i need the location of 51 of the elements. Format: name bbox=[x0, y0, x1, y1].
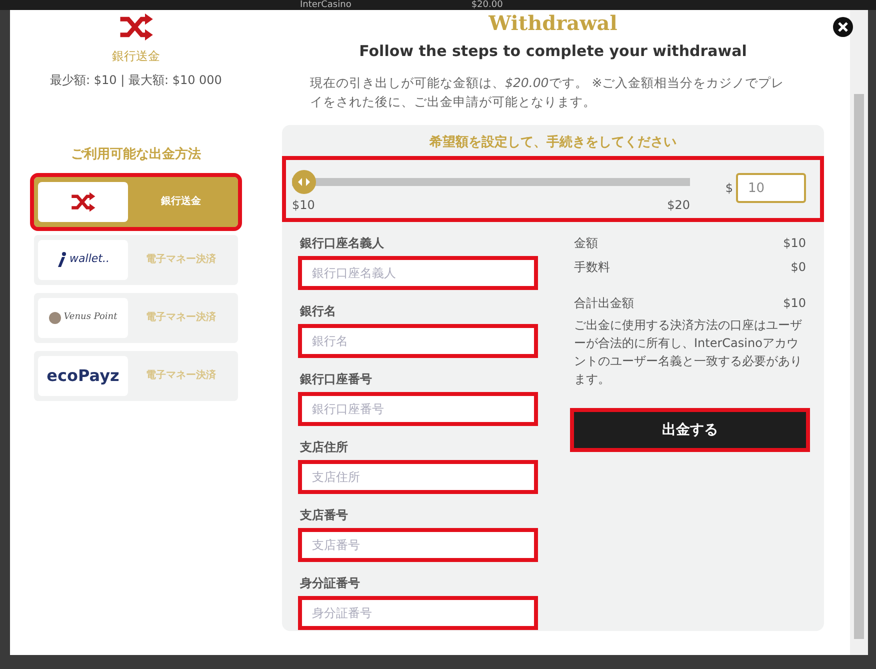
slider-thumb[interactable] bbox=[292, 170, 316, 194]
summary-label: 金額 bbox=[574, 235, 598, 252]
input-field[interactable]: 銀行口座名義人 bbox=[302, 260, 534, 286]
amount-heading: 希望額を設定して、手続きをしてください bbox=[428, 134, 678, 152]
field-label: 銀行口座名義人 bbox=[300, 235, 385, 252]
summary-value: $0 bbox=[790, 259, 806, 276]
payment-method-option[interactable]: ecoPayz 電子マネー決済 bbox=[34, 350, 238, 400]
field-label: 銀行名 bbox=[300, 303, 337, 320]
shuffle-icon bbox=[70, 192, 96, 212]
i-letter-icon bbox=[56, 252, 67, 268]
input-field[interactable]: 銀行口座番号 bbox=[302, 396, 534, 422]
method-label: 電子マネー決済 bbox=[145, 368, 217, 383]
scrollbar[interactable] bbox=[850, 10, 868, 655]
input-field[interactable]: 支店住所 bbox=[302, 464, 534, 490]
currency-symbol: $ bbox=[725, 180, 733, 197]
field-label: 支店住所 bbox=[300, 439, 349, 456]
notice-text: ご出金に使用する決済方法の口座はユーザーが合法的に所有し、InterCasinoアカウントのユーザー名義と一致する必要があります。 bbox=[574, 317, 803, 388]
subtitle: Follow the steps to complete your withdrawal bbox=[359, 41, 747, 62]
withdraw-button[interactable]: 出金する bbox=[574, 412, 806, 448]
slider-min-label: $10 bbox=[292, 197, 315, 214]
method-label: 電子マネー決済 bbox=[145, 310, 217, 325]
field-label: 銀行口座番号 bbox=[300, 371, 373, 388]
amount-input[interactable]: 10 bbox=[736, 173, 806, 203]
slider-max-label: $20 bbox=[667, 197, 690, 214]
ecopayz-logo: ecoPayz bbox=[46, 364, 120, 386]
field-label: 身分証番号 bbox=[300, 575, 361, 592]
input-field[interactable]: 銀行名 bbox=[302, 328, 534, 354]
payment-method-option[interactable]: Venus Point 電子マネー決済 bbox=[34, 292, 238, 342]
limits-text: 最少額: $10 | 最大額: $10 000 bbox=[50, 72, 222, 89]
page-title: Withdrawal bbox=[488, 12, 618, 34]
methods-heading: ご利用可能な出金方法 bbox=[71, 146, 201, 164]
summary-value: $10 bbox=[783, 295, 806, 312]
wallet-logo: wallet.. bbox=[70, 251, 110, 268]
summary-value: $10 bbox=[783, 235, 806, 252]
scrollbar-thumb[interactable] bbox=[854, 94, 864, 639]
shuffle-icon bbox=[118, 13, 154, 41]
method-name: 銀行送金 bbox=[112, 48, 160, 65]
method-label: 電子マネー決済 bbox=[145, 252, 217, 267]
coin-icon bbox=[48, 312, 61, 324]
summary-label: 手数料 bbox=[574, 259, 610, 276]
input-field[interactable]: 支店番号 bbox=[302, 532, 534, 558]
balance-text: $20.00 bbox=[471, 0, 503, 10]
site-logo: InterCasino bbox=[300, 0, 352, 10]
field-label: 支店番号 bbox=[300, 507, 349, 524]
input-field[interactable]: 身分証番号 bbox=[302, 600, 534, 626]
venus-logo: Venus Point bbox=[64, 310, 118, 324]
description-text: 現在の引き出しが可能な金額は、$20.00です。 ※ご入金額相当分をカジノでプレイをされた後に、ご出金申請が可能となります。 bbox=[310, 74, 786, 110]
payment-method-option[interactable]: wallet.. 電子マネー決済 bbox=[34, 234, 238, 284]
summary-label: 合計出金額 bbox=[574, 295, 634, 312]
close-button[interactable] bbox=[832, 16, 854, 38]
method-label: 銀行送金 bbox=[160, 194, 202, 209]
